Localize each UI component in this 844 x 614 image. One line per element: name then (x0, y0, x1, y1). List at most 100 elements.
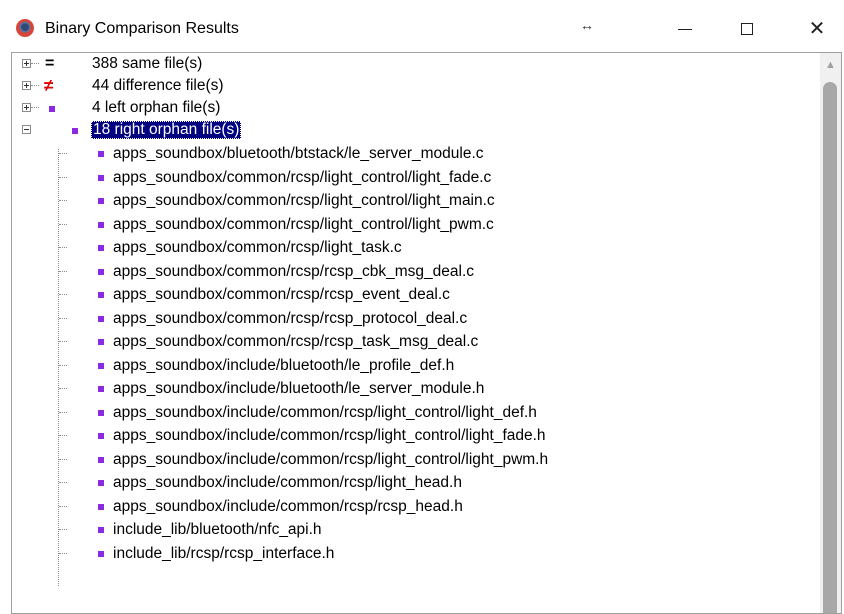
tree-connector (59, 176, 67, 178)
minimize-icon (678, 28, 692, 30)
expand-plus-icon[interactable] (22, 103, 31, 112)
collapse-minus-icon[interactable] (22, 125, 31, 134)
right-orphan-marker-icon (98, 386, 104, 392)
file-path-label[interactable]: apps_soundbox/common/rcsp/rcsp_cbk_msg_d… (113, 260, 474, 283)
results-tree[interactable]: = 388 same file(s) ≠ 44 difference file(… (11, 52, 842, 614)
tree-content: = 388 same file(s) ≠ 44 difference file(… (12, 53, 820, 613)
file-row[interactable]: apps_soundbox/include/bluetooth/le_serve… (12, 377, 812, 400)
file-row[interactable]: include_lib/rcsp/rcsp_interface.h (12, 542, 812, 565)
file-path-label[interactable]: include_lib/bluetooth/nfc_api.h (113, 518, 322, 541)
file-row[interactable]: apps_soundbox/common/rcsp/light_control/… (12, 166, 812, 189)
tree-connector (59, 247, 67, 248)
app-icon (16, 19, 34, 37)
file-path-label[interactable]: apps_soundbox/common/rcsp/rcsp_protocol_… (113, 307, 467, 330)
file-path-label[interactable]: apps_soundbox/common/rcsp/rcsp_event_dea… (113, 283, 450, 306)
tree-group-left-orphan[interactable]: 4 left orphan file(s) (12, 97, 812, 119)
right-orphan-marker-icon (98, 409, 104, 416)
right-orphan-marker-icon (72, 128, 78, 134)
file-path-label[interactable]: apps_soundbox/include/common/rcsp/light_… (113, 424, 546, 447)
tree-connector (59, 153, 67, 154)
file-row[interactable]: apps_soundbox/common/rcsp/rcsp_cbk_msg_d… (12, 260, 812, 283)
title-bar[interactable]: Binary Comparison Results ↔ ✕ (0, 0, 844, 52)
tree-group-same[interactable]: = 388 same file(s) (12, 53, 812, 75)
file-row[interactable]: apps_soundbox/include/common/rcsp/light_… (12, 448, 812, 471)
file-path-label[interactable]: apps_soundbox/common/rcsp/light_control/… (113, 189, 495, 212)
window-title: Binary Comparison Results (45, 20, 239, 37)
right-orphan-marker-icon (98, 315, 104, 322)
tree-connector (59, 411, 67, 413)
group-label[interactable]: 44 difference file(s) (92, 75, 224, 97)
right-orphan-marker-icon (98, 151, 104, 157)
file-path-label[interactable]: apps_soundbox/common/rcsp/rcsp_task_msg_… (113, 330, 478, 353)
file-path-label[interactable]: apps_soundbox/common/rcsp/light_task.c (113, 236, 402, 259)
tree-group-difference[interactable]: ≠ 44 difference file(s) (12, 75, 812, 97)
file-row[interactable]: apps_soundbox/common/rcsp/rcsp_protocol_… (12, 307, 812, 330)
tree-connector (59, 482, 67, 483)
right-orphan-marker-icon (98, 268, 104, 275)
maximize-button[interactable] (724, 14, 770, 44)
tree-connector (59, 435, 67, 436)
right-orphan-marker-icon (98, 433, 104, 439)
right-orphan-marker-icon (98, 292, 104, 298)
equal-icon: = (45, 55, 55, 72)
file-path-label[interactable]: apps_soundbox/include/bluetooth/le_serve… (113, 377, 484, 400)
file-path-label[interactable]: apps_soundbox/include/common/rcsp/light_… (113, 448, 548, 471)
file-row[interactable]: apps_soundbox/common/rcsp/light_control/… (12, 189, 812, 212)
tree-connector (31, 85, 39, 86)
file-path-label[interactable]: apps_soundbox/bluetooth/btstack/le_serve… (113, 142, 484, 165)
right-orphan-marker-icon (98, 550, 104, 557)
tree-connector (31, 107, 39, 108)
right-orphan-marker-icon (98, 339, 104, 345)
minimize-button[interactable] (662, 14, 708, 44)
right-orphan-marker-icon (98, 527, 104, 533)
file-row[interactable]: apps_soundbox/common/rcsp/rcsp_task_msg_… (12, 330, 812, 353)
file-path-label[interactable]: include_lib/rcsp/rcsp_interface.h (113, 542, 334, 565)
file-path-label[interactable]: apps_soundbox/include/common/rcsp/light_… (113, 471, 462, 494)
group-label[interactable]: 4 left orphan file(s) (92, 97, 220, 119)
selected-group-label[interactable]: 18 right orphan file(s) (91, 121, 242, 139)
file-row[interactable]: apps_soundbox/include/bluetooth/le_profi… (12, 354, 812, 377)
file-row[interactable]: apps_soundbox/include/common/rcsp/rcsp_h… (12, 495, 812, 518)
file-row[interactable]: include_lib/bluetooth/nfc_api.h (12, 518, 812, 541)
right-orphan-marker-icon (98, 503, 104, 510)
right-orphan-marker-icon (98, 362, 104, 369)
file-path-label[interactable]: apps_soundbox/include/common/rcsp/rcsp_h… (113, 495, 463, 518)
tree-connector (59, 388, 67, 389)
scroll-up-arrow-icon[interactable]: ▲ (820, 53, 841, 77)
file-path-label[interactable]: apps_soundbox/common/rcsp/light_control/… (113, 166, 491, 189)
tree-connector (59, 200, 67, 201)
left-orphan-marker-icon (49, 106, 55, 112)
file-path-label[interactable]: apps_soundbox/common/rcsp/light_control/… (113, 213, 494, 236)
file-row[interactable]: apps_soundbox/common/rcsp/light_task.c (12, 236, 812, 259)
file-row[interactable]: apps_soundbox/common/rcsp/rcsp_event_dea… (12, 283, 812, 306)
file-path-label[interactable]: apps_soundbox/include/bluetooth/le_profi… (113, 354, 454, 377)
maximize-icon (741, 23, 753, 35)
vertical-scrollbar[interactable]: ▲ (820, 53, 841, 613)
file-row[interactable]: apps_soundbox/include/common/rcsp/light_… (12, 401, 812, 424)
file-row[interactable]: apps_soundbox/include/common/rcsp/light_… (12, 471, 812, 494)
file-row[interactable]: apps_soundbox/bluetooth/btstack/le_serve… (12, 142, 812, 165)
tree-connector (59, 317, 67, 319)
tree-connector (59, 552, 67, 554)
file-path-label[interactable]: apps_soundbox/include/common/rcsp/light_… (113, 401, 537, 424)
expand-plus-icon[interactable] (22, 81, 31, 90)
close-icon: ✕ (808, 18, 826, 40)
tree-connector (59, 341, 67, 342)
tree-connector (59, 529, 67, 530)
tree-connector (59, 270, 67, 272)
resize-arrows-icon: ↔ (580, 17, 594, 33)
scrollbar-thumb[interactable] (823, 82, 837, 613)
expand-plus-icon[interactable] (22, 59, 31, 68)
tree-connector (59, 458, 67, 460)
not-equal-icon: ≠ (44, 76, 54, 95)
right-orphan-marker-icon (98, 198, 104, 204)
close-button[interactable]: ✕ (794, 14, 840, 44)
right-orphan-marker-icon (98, 245, 104, 251)
binary-comparison-window: Binary Comparison Results ↔ ✕ = 388 same… (0, 0, 844, 614)
tree-group-right-orphan[interactable]: 18 right orphan file(s) (12, 119, 812, 141)
tree-connector (59, 505, 67, 507)
tree-connector (59, 223, 67, 225)
group-label[interactable]: 388 same file(s) (92, 53, 202, 75)
file-row[interactable]: apps_soundbox/common/rcsp/light_control/… (12, 213, 812, 236)
file-row[interactable]: apps_soundbox/include/common/rcsp/light_… (12, 424, 812, 447)
